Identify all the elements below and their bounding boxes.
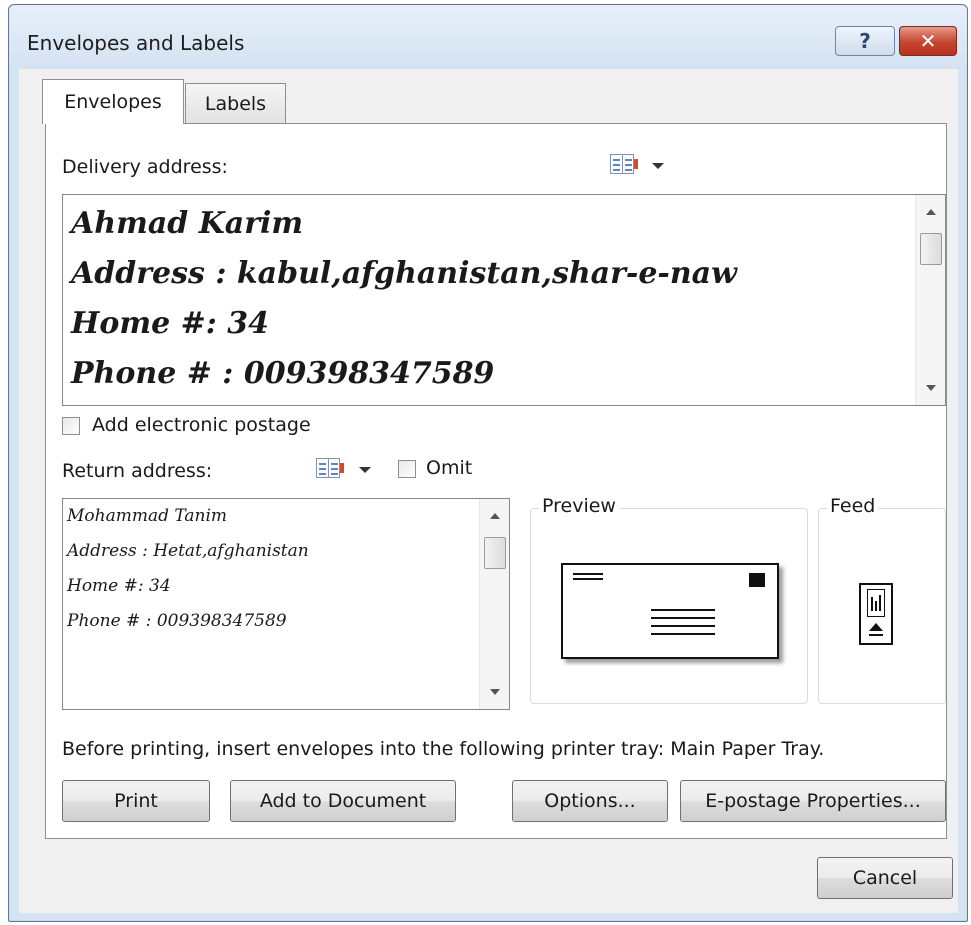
scroll-thumb[interactable] [920,233,942,265]
return-address-field[interactable]: Mohammad Tanim Address : Hetat,afghanist… [62,498,510,710]
address-book-icon[interactable] [610,154,638,174]
return-line: Home #: 34 [67,576,171,596]
omit-label: Omit [426,457,473,479]
dialog-client-area: Envelopes Labels Delivery address: Ahmad… [19,69,958,913]
scroll-down-icon[interactable] [926,385,936,391]
delivery-line: Ahmad Karim [71,206,304,241]
delivery-address-text: Ahmad Karim Address : kabul,afghanistan,… [63,195,945,399]
chevron-down-icon[interactable] [359,467,371,473]
electronic-postage-label: Add electronic postage [92,414,311,436]
options-button[interactable]: Options... [512,780,668,822]
delivery-line: Phone # : 009398347589 [71,356,495,391]
close-button[interactable]: ✕ [899,26,957,56]
omit-checkbox[interactable] [398,460,416,478]
scroll-thumb[interactable] [484,537,506,569]
cancel-label: Cancel [852,867,918,889]
return-line: Mohammad Tanim [67,506,228,526]
title-bar[interactable]: Envelopes and Labels ? ✕ [9,5,967,69]
delivery-line: Address : kabul,afghanistan,shar-e-naw [71,256,737,291]
delivery-scrollbar[interactable] [915,195,945,405]
scroll-down-icon[interactable] [490,689,500,695]
electronic-postage-checkbox[interactable] [62,417,80,435]
options-label: Options... [544,790,636,812]
add-to-document-label: Add to Document [259,790,427,812]
return-line: Phone # : 009398347589 [67,611,287,631]
cancel-button[interactable]: Cancel [817,857,953,899]
feed-group[interactable]: Feed [818,495,946,704]
envelopes-labels-dialog: Envelopes and Labels ? ✕ Envelopes Label… [8,4,968,922]
return-address-label: Return address: [62,460,213,482]
close-icon: ✕ [919,29,937,53]
return-address-text: Mohammad Tanim Address : Hetat,afghanist… [63,499,509,639]
tab-label: Envelopes [64,91,162,113]
printer-tray-message: Before printing, insert envelopes into t… [62,738,825,760]
print-button[interactable]: Print [62,780,210,822]
delivery-address-label: Delivery address: [62,156,228,178]
epostage-properties-button[interactable]: E-postage Properties... [680,780,946,822]
tab-labels[interactable]: Labels [185,83,286,123]
delivery-address-field[interactable]: Ahmad Karim Address : kabul,afghanistan,… [62,194,946,406]
feed-label: Feed [827,495,879,517]
delivery-line: Home #: 34 [71,306,270,341]
chevron-down-icon[interactable] [652,163,664,169]
tab-envelopes[interactable]: Envelopes [42,79,184,124]
preview-label: Preview [539,495,619,517]
scroll-up-icon[interactable] [926,209,936,215]
address-book-icon[interactable] [316,458,344,478]
return-scrollbar[interactable] [479,499,509,709]
preview-group[interactable]: Preview [530,495,808,704]
envelope-preview[interactable] [561,563,779,659]
epostage-properties-label: E-postage Properties... [705,790,921,812]
help-button[interactable]: ? [835,26,895,56]
tab-label: Labels [204,92,267,115]
envelopes-panel: Delivery address: Ahmad Karim Address : … [45,123,947,839]
window-title: Envelopes and Labels [27,31,245,55]
return-line: Address : Hetat,afghanistan [67,541,309,561]
feed-method-icon[interactable] [859,583,893,645]
stamp-icon [749,573,765,587]
scroll-up-icon[interactable] [490,513,500,519]
help-icon: ? [859,29,871,53]
print-button-label: Print [114,790,158,812]
add-to-document-button[interactable]: Add to Document [230,780,456,822]
